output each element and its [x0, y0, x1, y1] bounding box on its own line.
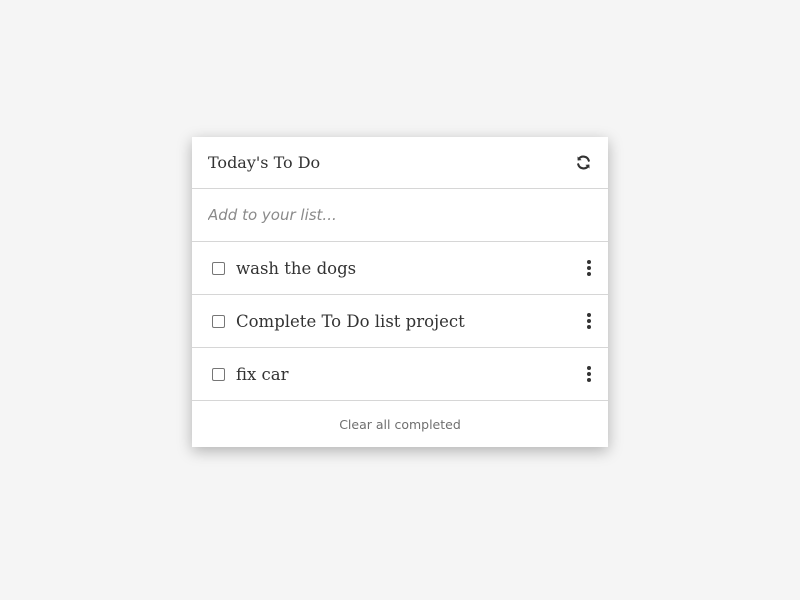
kebab-menu-icon[interactable]: [584, 364, 594, 384]
page-title: Today's To Do: [208, 153, 321, 172]
item-checkbox[interactable]: [212, 261, 225, 275]
add-item-row: [192, 189, 608, 242]
kebab-menu-icon[interactable]: [584, 311, 594, 331]
clear-completed-button[interactable]: Clear all completed: [339, 417, 461, 432]
kebab-menu-icon[interactable]: [584, 258, 594, 278]
item-label: Complete To Do list project: [236, 311, 465, 331]
list-item: wash the dogs: [192, 242, 608, 295]
item-label: wash the dogs: [236, 258, 357, 278]
refresh-icon[interactable]: [574, 154, 592, 172]
item-checkbox[interactable]: [212, 367, 225, 381]
todo-header: Today's To Do: [192, 137, 608, 189]
item-checkbox[interactable]: [212, 314, 225, 328]
list-item: Complete To Do list project: [192, 295, 608, 348]
add-item-input[interactable]: [192, 189, 608, 241]
item-label: fix car: [236, 364, 289, 384]
list-item: fix car: [192, 348, 608, 401]
todo-card: Today's To Do wash the dogs Complete To …: [192, 137, 608, 447]
todo-footer: Clear all completed: [192, 401, 608, 447]
